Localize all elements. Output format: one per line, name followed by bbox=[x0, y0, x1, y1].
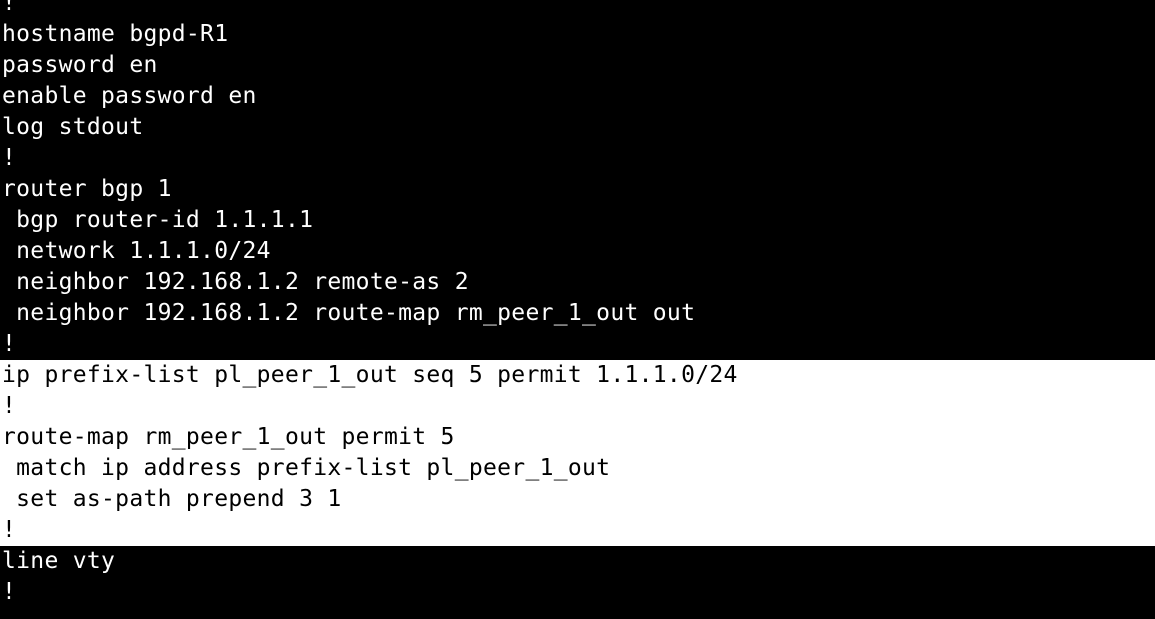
config-line[interactable]: ! bbox=[0, 329, 1155, 360]
config-line[interactable]: ! bbox=[0, 0, 1155, 19]
config-line[interactable]: ! bbox=[0, 577, 1155, 608]
config-line[interactable]: ! bbox=[0, 143, 1155, 174]
config-line[interactable]: enable password en bbox=[0, 81, 1155, 112]
selected-config-line[interactable]: route-map rm_peer_1_out permit 5 bbox=[0, 422, 1155, 453]
config-line[interactable]: line vty bbox=[0, 546, 1155, 577]
selected-config-line[interactable]: ! bbox=[0, 515, 1155, 546]
config-line[interactable]: password en bbox=[0, 50, 1155, 81]
config-line[interactable]: network 1.1.1.0/24 bbox=[0, 236, 1155, 267]
config-line[interactable]: neighbor 192.168.1.2 remote-as 2 bbox=[0, 267, 1155, 298]
config-line[interactable]: router bgp 1 bbox=[0, 174, 1155, 205]
terminal-window[interactable]: ! hostname bgpd-R1 password en enable pa… bbox=[0, 0, 1155, 607]
config-line[interactable]: neighbor 192.168.1.2 route-map rm_peer_1… bbox=[0, 298, 1155, 329]
selected-config-line[interactable]: match ip address prefix-list pl_peer_1_o… bbox=[0, 453, 1155, 484]
config-line[interactable]: bgp router-id 1.1.1.1 bbox=[0, 205, 1155, 236]
config-line[interactable]: hostname bgpd-R1 bbox=[0, 19, 1155, 50]
selected-config-line[interactable]: set as-path prepend 3 1 bbox=[0, 484, 1155, 515]
config-line[interactable]: log stdout bbox=[0, 112, 1155, 143]
config-text[interactable]: ! hostname bgpd-R1 password en enable pa… bbox=[0, 0, 1155, 608]
selected-config-line[interactable]: ! bbox=[0, 391, 1155, 422]
selected-config-line[interactable]: ip prefix-list pl_peer_1_out seq 5 permi… bbox=[0, 360, 1155, 391]
